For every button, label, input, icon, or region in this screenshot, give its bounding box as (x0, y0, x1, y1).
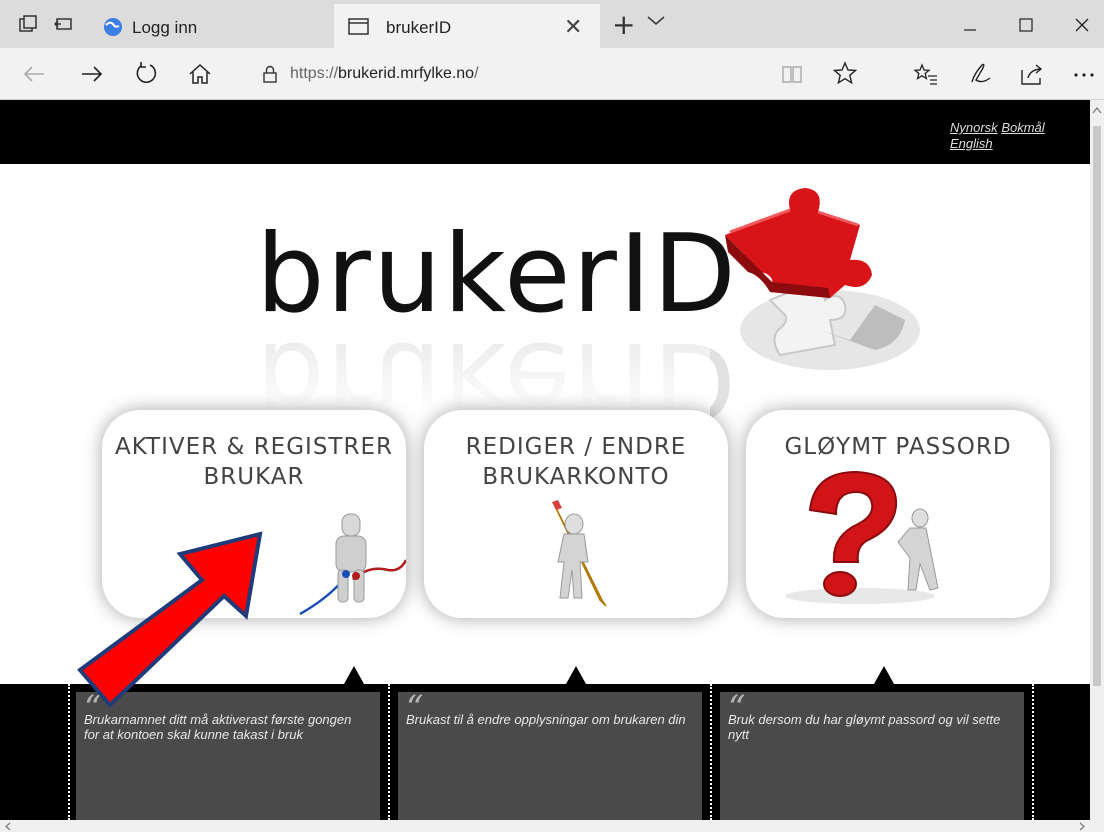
web-page: Nynorsk Bokmål English brukerID brukerID… (0, 100, 1090, 820)
lock-icon (263, 65, 277, 83)
tab-manager-icon[interactable] (18, 14, 38, 34)
page-icon (348, 18, 369, 35)
dotted-divider (710, 684, 712, 820)
close-window-icon[interactable] (1060, 10, 1104, 40)
person-with-cable-icon (299, 513, 406, 616)
card-pointer (566, 666, 586, 684)
card-title: REDIGER / ENDRE BRUKARKONTO (465, 434, 687, 490)
top-banner (0, 100, 1090, 164)
tab-logg-inn[interactable]: Logg inn (94, 6, 334, 48)
person-with-pencil-icon (552, 500, 607, 607)
card-title: AKTIVER & REGISTRER BRUKAR (115, 434, 393, 490)
tab-label: brukerID (386, 18, 452, 37)
horizontal-scrollbar[interactable] (0, 820, 1104, 832)
reading-view-icon[interactable] (780, 62, 804, 86)
vertical-scrollbar[interactable] (1090, 100, 1104, 820)
close-tab-icon[interactable]: ✕ (564, 14, 582, 40)
card-forgot-password[interactable]: GLØYMT PASSORD (746, 410, 1050, 618)
scroll-up-icon[interactable] (1092, 106, 1102, 114)
dotted-divider (1032, 684, 1034, 820)
card-pointer (874, 666, 894, 684)
info-text: Brukarnamnet ditt må aktiverast første g… (84, 712, 352, 742)
puzzle-piece-icon (725, 188, 920, 370)
info-box-forgot: “ Bruk dersom du har gløymt passord og v… (720, 688, 1024, 820)
scroll-left-icon[interactable] (4, 822, 12, 831)
dotted-divider (388, 684, 390, 820)
language-link-nynorsk[interactable]: Nynorsk (950, 120, 998, 135)
favorites-hub-icon[interactable] (912, 60, 940, 88)
card-pointer (344, 666, 364, 684)
info-text: Bruk dersom du har gløymt passord og vil… (728, 712, 1001, 742)
scroll-right-icon[interactable] (1078, 822, 1086, 831)
maximize-icon[interactable] (1004, 10, 1048, 40)
tabs-aside-icon[interactable] (54, 14, 74, 34)
browser-title-bar: Logg inn brukerID ✕ + (0, 0, 1104, 48)
new-tab-icon[interactable]: + (612, 8, 635, 41)
home-icon[interactable] (186, 60, 214, 88)
annotation-arrow-icon (77, 531, 263, 708)
tab-brukerid[interactable]: brukerID ✕ (334, 4, 600, 48)
info-text: Brukast til å endre opplysningar om bruk… (406, 712, 686, 727)
card-title: GLØYMT PASSORD (784, 434, 1012, 460)
language-links: Nynorsk Bokmål English (950, 120, 1045, 152)
scrollbar-thumb[interactable] (1093, 126, 1101, 686)
back-icon[interactable] (20, 60, 48, 88)
info-box-activate: “ Brukarnamnet ditt må aktiverast første… (76, 688, 380, 820)
language-link-bokmal[interactable]: Bokmål (1001, 120, 1044, 135)
address-bar[interactable]: https://brukerid.mrfylke.no/ (250, 56, 870, 92)
url-text: https://brukerid.mrfylke.no/ (290, 65, 479, 82)
favorite-star-icon[interactable] (832, 60, 858, 86)
language-link-english[interactable]: English (950, 136, 993, 151)
refresh-icon[interactable] (132, 60, 160, 88)
forward-icon[interactable] (78, 60, 106, 88)
chevron-down-icon[interactable] (646, 14, 666, 28)
card-edit-account[interactable]: REDIGER / ENDRE BRUKARKONTO (424, 410, 728, 618)
question-mark-icon (785, 470, 939, 604)
globe-icon (104, 18, 122, 36)
minimize-icon[interactable] (948, 10, 992, 40)
more-icon[interactable] (1070, 60, 1098, 88)
web-note-icon[interactable] (966, 60, 994, 88)
share-icon[interactable] (1018, 60, 1046, 88)
address-toolbar: https://brukerid.mrfylke.no/ (0, 48, 1104, 100)
info-box-edit: “ Brukast til å endre opplysningar om br… (398, 688, 702, 820)
tab-label: Logg inn (132, 18, 198, 37)
